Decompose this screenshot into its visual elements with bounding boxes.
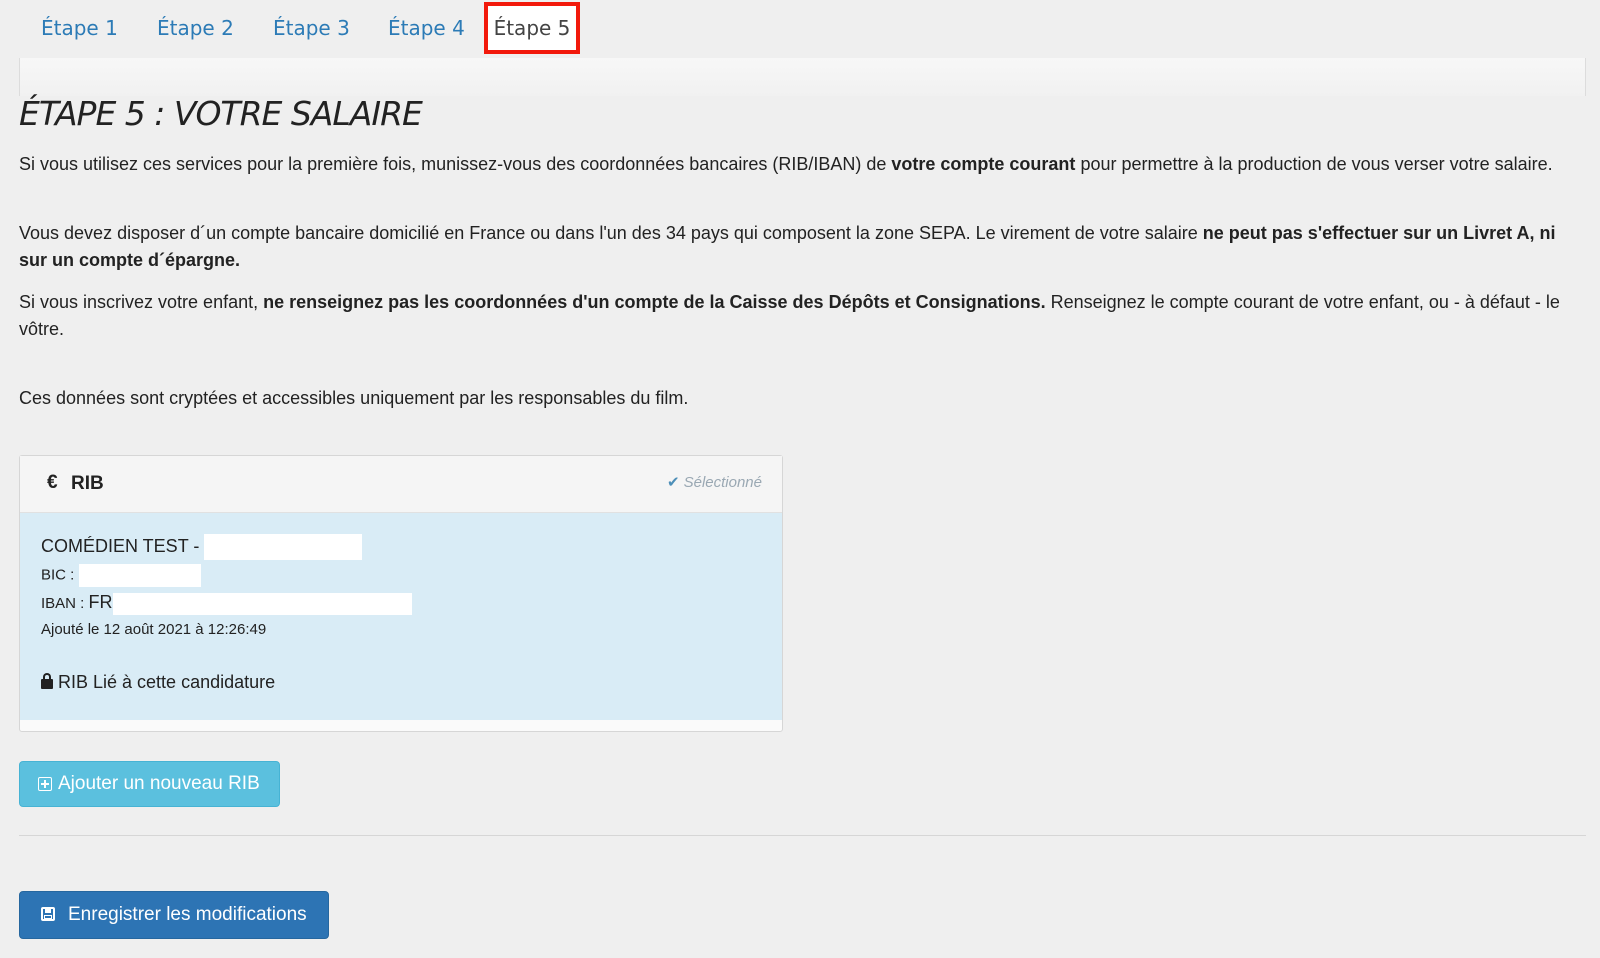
rib-card-body: COMÉDIEN TEST - BIC : IBAN : FR Ajouté l… [20,513,782,720]
rib-bic-line: BIC : [41,564,201,587]
tab-etape-3[interactable]: Étape 3 [273,10,350,47]
add-rib-button[interactable]: Ajouter un nouveau RIB [19,761,280,807]
plus-square-icon [38,777,52,791]
tab-panel-strip [19,58,1586,96]
paragraph-intro-text-c: pour permettre à la production de vous v… [1075,154,1553,174]
step-tabs: Étape 1 Étape 2 Étape 3 Étape 4 Étape 5 [19,0,1586,59]
paragraph-sepa: Vous devez disposer d´un compte bancaire… [19,220,1579,274]
paragraph-intro-bold: votre compte courant [891,154,1076,174]
divider [19,835,1586,836]
rib-bic-label: BIC : [41,566,79,584]
redacted-holder-name [204,534,363,560]
rib-card-title: RIB [71,473,104,494]
save-button[interactable]: Enregistrer les modifications [19,891,329,939]
paragraph-child-bold: ne renseignez pas les coordonnées d'un c… [263,292,1046,312]
paragraph-child: Si vous inscrivez votre enfant, ne rense… [19,289,1579,343]
euro-icon: € [47,472,58,493]
tab-etape-1[interactable]: Étape 1 [41,10,118,47]
rib-selected-label: Sélectionné [683,474,762,491]
rib-card-header: € RIB ✔ Sélectionné [20,456,782,513]
rib-holder: COMÉDIEN TEST - [41,535,205,556]
tab-etape-5-active[interactable]: Étape 5 [484,2,580,54]
lock-icon [41,673,53,689]
rib-selected-status: ✔ Sélectionné [667,473,762,491]
rib-added-date: Ajouté le 12 août 2021 à 12:26:49 [41,621,267,638]
floppy-disk-icon [41,907,55,921]
rib-linked-line: RIB Lié à cette candidature [41,672,275,693]
save-button-label: Enregistrer les modifications [68,904,307,925]
redacted-iban [112,593,412,616]
paragraph-intro: Si vous utilisez ces services pour la pr… [19,151,1579,178]
rib-iban-prefix: FR [88,592,113,612]
rib-iban-line: IBAN : FR [41,592,412,616]
tab-etape-4[interactable]: Étape 4 [388,10,465,47]
page: Étape 1 Étape 2 Étape 3 Étape 4 Étape 5 … [0,0,1600,958]
paragraph-encryption: Ces données sont cryptées et accessibles… [19,388,689,408]
paragraph-intro-text-a: Si vous utilisez ces services pour la pr… [19,154,892,174]
add-rib-button-label: Ajouter un nouveau RIB [58,773,260,794]
rib-card[interactable]: € RIB ✔ Sélectionné COMÉDIEN TEST - BIC :… [19,455,783,732]
rib-linked-label: RIB Lié à cette candidature [58,672,276,692]
page-title: ÉTAPE 5 : VOTRE SALAIRE [19,94,423,133]
paragraph-sepa-text: Vous devez disposer d´un compte bancaire… [19,223,1203,243]
rib-holder-line: COMÉDIEN TEST - [41,534,363,560]
check-icon: ✔ [667,474,680,491]
rib-iban-label: IBAN : [41,595,89,612]
tab-etape-2[interactable]: Étape 2 [157,10,234,47]
paragraph-child-text-a: Si vous inscrivez votre enfant, [19,292,264,312]
redacted-bic [78,564,201,587]
